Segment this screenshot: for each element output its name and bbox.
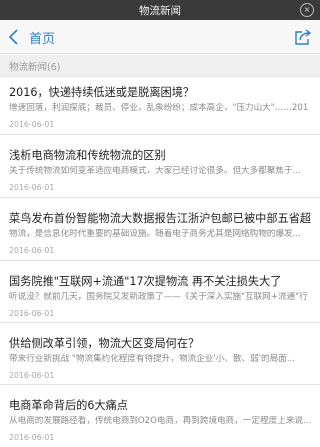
article-item[interactable]: 电商革命背后的6大痛点 从电商的发展路径看，传统电商到O2O电商，再到跨境电商，… (0, 385, 320, 447)
article-title: 国务院推"互联网+流通"17次提物流 再不关注损失大了 (9, 275, 282, 288)
article-item[interactable]: 菜鸟发布首份智能物流大数据报告江浙沪包邮已被中部五省超越 物流，是信息化时代重要… (0, 198, 320, 261)
article-summary: 物流，是信息化时代重要的基础设施。随着电子商务尤其是网络购物的爆发... (9, 229, 301, 239)
article-summary: 从电商的发展路径看，传统电商到O2O电商，再到跨境电商，一定程度上来说... (9, 416, 311, 426)
article-item[interactable]: 国务院推"互联网+流通"17次提物流 再不关注损失大了 听说没？就前几天，国务院… (0, 261, 320, 323)
article-item[interactable]: 浅析电商物流和传统物流的区别 关于传统物流如何变革适应电商模式，大家已经讨论很多… (0, 135, 320, 198)
section-label: 物流新闻(6) (9, 61, 61, 73)
window-title: 物流新闻 (139, 4, 181, 17)
article-summary: 带来行业新挑战 "物流集约化程度有待提升，物流企业'小、散、弱'的局面... (9, 354, 296, 364)
article-item[interactable]: 2016，快递持续低迷或是脱离困境？ 增速回落，利润探底；裁员、停业，乱象纷纷；… (0, 77, 320, 135)
window-titlebar: 物流新闻 × (0, 0, 320, 20)
article-title: 菜鸟发布首份智能物流大数据报告江浙沪包邮已被中部五省超越 (9, 212, 311, 225)
article-date: 2016-06-01 (9, 309, 55, 318)
article-date: 2016-06-01 (9, 183, 55, 192)
article-title: 2016，快递持续低迷或是脱离困境？ (9, 86, 195, 99)
chevron-left-icon (8, 29, 18, 45)
article-title: 供给侧改革引领，物流大区变局何在？ (9, 337, 200, 350)
article-date: 2016-06-01 (9, 246, 55, 255)
article-date: 2016-06-01 (9, 433, 55, 442)
article-summary: 关于传统物流如何变革适应电商模式，大家已经讨论很多。但大多都聚焦于... (9, 166, 301, 176)
share-icon[interactable] (294, 28, 312, 46)
nav-bar: 首页 (0, 20, 320, 54)
article-title: 浅析电商物流和传统物流的区别 (9, 149, 166, 162)
article-date: 2016-06-01 (9, 371, 55, 380)
article-title: 电商革命背后的6大痛点 (9, 399, 128, 412)
article-summary: 增速回落，利润探底；裁员、停业，乱象纷纷；成本高企，"压力山大"……201 (9, 103, 309, 113)
back-button[interactable]: 首页 (8, 28, 56, 47)
article-item[interactable]: 供给侧改革引领，物流大区变局何在？ 带来行业新挑战 "物流集约化程度有待提升，物… (0, 323, 320, 385)
back-button-label: 首页 (29, 31, 56, 47)
section-header: 物流新闻(6) (0, 55, 320, 77)
article-summary: 听说没？就前几天，国务院又发新政策了——《关于深入实施"互联网+流通"行 (9, 292, 308, 302)
close-icon[interactable]: × (300, 3, 314, 17)
article-date: 2016-06-01 (9, 120, 55, 129)
